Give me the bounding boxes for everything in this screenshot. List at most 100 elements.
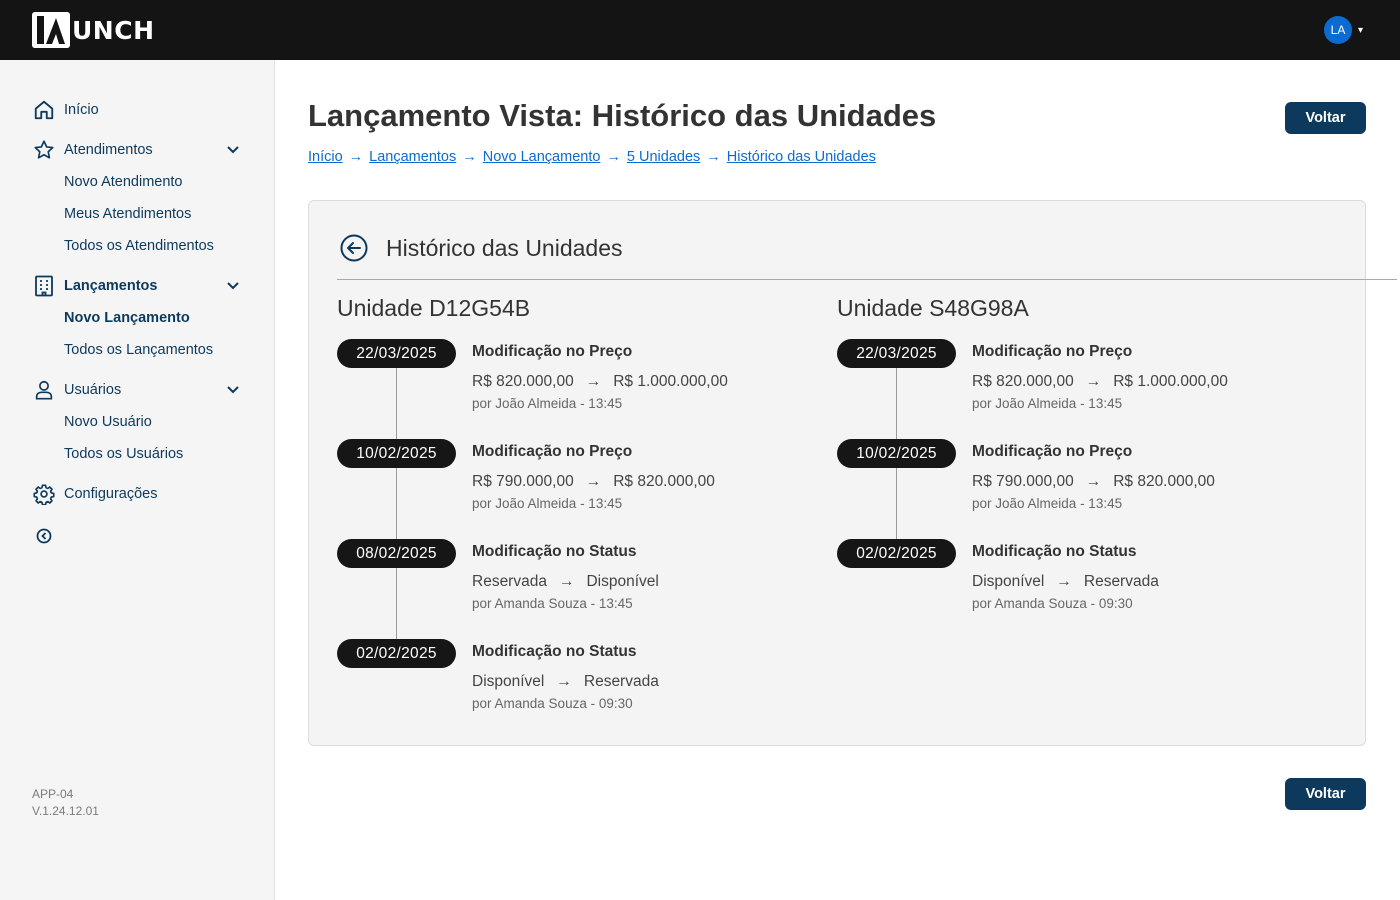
page-title-rest: Histórico das Unidades xyxy=(591,98,937,133)
sidebar-item-inicio[interactable]: Início xyxy=(32,98,99,122)
app-code: APP-04 xyxy=(32,787,74,801)
change-values: Disponível → Reservada xyxy=(472,673,659,691)
chevron-down-icon[interactable]: ▾ xyxy=(1358,25,1363,36)
breadcrumb-historico[interactable]: Histórico das Unidades xyxy=(727,149,876,165)
change-values: Reservada → Disponível xyxy=(472,573,659,591)
new-value: R$ 820.000,00 xyxy=(613,473,715,490)
breadcrumb-unidades[interactable]: 5 Unidades xyxy=(627,149,700,165)
old-value: Disponível xyxy=(472,673,545,690)
old-value: R$ 820.000,00 xyxy=(472,373,574,390)
chevron-down-icon[interactable] xyxy=(224,277,242,295)
change-author: por João Almeida - 13:45 xyxy=(472,396,623,411)
breadcrumb-separator: → xyxy=(706,149,721,165)
change-title: Modificação no Preço xyxy=(472,343,633,360)
breadcrumb-novo-lancamento[interactable]: Novo Lançamento xyxy=(483,149,601,165)
sidebar-item-label: Usuários xyxy=(64,382,122,398)
back-button-top[interactable]: Voltar xyxy=(1285,102,1366,134)
chevron-down-icon[interactable] xyxy=(224,381,242,399)
timeline-entry: 10/02/2025 Modificação no Preço R$ 790.000… xyxy=(837,439,1297,539)
logo-text: UNCH xyxy=(72,15,155,45)
change-author: por Amanda Souza - 09:30 xyxy=(972,596,1133,611)
building-icon xyxy=(32,274,56,298)
timeline: 22/03/2025 Modificação no Preço R$ 820.000… xyxy=(837,339,1297,639)
home-icon xyxy=(32,98,56,122)
timeline-entry: 02/02/2025 Modificação no Status Disponíve… xyxy=(837,539,1297,639)
collapse-sidebar-button[interactable] xyxy=(32,524,56,548)
sidebar-item-meus-atendimentos[interactable]: Meus Atendimentos xyxy=(64,204,191,224)
breadcrumb-separator: → xyxy=(462,149,477,165)
change-title: Modificação no Status xyxy=(472,543,637,560)
date-badge: 22/03/2025 xyxy=(837,339,956,368)
logo[interactable]: UNCH xyxy=(32,12,155,48)
sidebar-item-novo-usuario[interactable]: Novo Usuário xyxy=(64,412,152,432)
breadcrumb: Início → Lançamentos → Novo Lançamento → 5 Uni… xyxy=(308,149,876,165)
arrow-right-icon: → xyxy=(1085,473,1102,490)
user-menu[interactable]: LA ▾ xyxy=(1324,16,1363,44)
breadcrumb-separator: → xyxy=(348,149,364,165)
timeline: 22/03/2025 Modificação no Preço R$ 820.000… xyxy=(337,339,797,739)
unit-history-column: Unidade S48G98A 22/03/2025 Modificação no … xyxy=(837,295,1297,639)
logo-mark xyxy=(32,12,70,48)
change-values: R$ 790.000,00 → R$ 820.000,00 xyxy=(972,473,1215,491)
timeline-entry: 02/02/2025 Modificação no Status Disponíve… xyxy=(337,639,797,739)
change-title: Modificação no Preço xyxy=(972,443,1133,460)
new-value: Disponível xyxy=(586,573,659,590)
change-values: R$ 820.000,00 → R$ 1.000.000,00 xyxy=(972,373,1228,391)
change-author: por João Almeida - 13:45 xyxy=(972,496,1123,511)
change-author: por João Almeida - 13:45 xyxy=(972,396,1123,411)
panel-title: Histórico das Unidades xyxy=(386,234,623,261)
breadcrumb-separator: → xyxy=(606,149,621,165)
new-value: R$ 1.000.000,00 xyxy=(613,373,728,390)
unit-history-column: Unidade D12G54B 22/03/2025 Modificação no … xyxy=(337,295,797,739)
change-values: R$ 820.000,00 → R$ 1.000.000,00 xyxy=(472,373,728,391)
sidebar-item-label: Lançamentos xyxy=(64,278,158,294)
circle-arrow-left-icon xyxy=(36,528,52,544)
circle-arrow-left-icon[interactable] xyxy=(339,233,369,263)
change-title: Modificação no Preço xyxy=(472,443,633,460)
history-panel: Histórico das Unidades Unidade D12G54B 22… xyxy=(308,200,1397,746)
sidebar-item-lancamentos[interactable]: Lançamentos xyxy=(32,274,157,298)
change-title: Modificação no Status xyxy=(972,543,1137,560)
page-title-bold: Lançamento Vista: xyxy=(308,98,584,133)
timeline-entry: 08/02/2025 Modificação no Status Reservada… xyxy=(337,539,797,639)
breadcrumb-lancamentos[interactable]: Lançamentos xyxy=(369,149,456,165)
sidebar-item-novo-lancamento[interactable]: Novo Lançamento xyxy=(64,308,190,328)
date-badge: 08/02/2025 xyxy=(337,539,456,568)
star-icon xyxy=(32,138,56,162)
sidebar-item-todos-lancamentos[interactable]: Todos os Lançamentos xyxy=(64,340,213,360)
change-title: Modificação no Preço xyxy=(972,343,1133,360)
breadcrumb-inicio[interactable]: Início xyxy=(308,149,343,165)
arrow-right-icon: → xyxy=(585,473,602,490)
app-version: V.1.24.12.01 xyxy=(32,804,99,818)
chevron-down-icon[interactable] xyxy=(224,141,242,159)
version-info: APP-04 V.1.24.12.01 xyxy=(32,786,99,820)
sidebar-item-todos-atendimentos[interactable]: Todos os Atendimentos xyxy=(64,236,214,256)
date-badge: 22/03/2025 xyxy=(337,339,456,368)
change-values: Disponível → Reservada xyxy=(972,573,1159,591)
sidebar-item-configuracoes[interactable]: Configurações xyxy=(32,482,158,506)
back-button-bottom[interactable]: Voltar xyxy=(1285,778,1366,810)
date-badge: 10/02/2025 xyxy=(837,439,956,468)
sidebar-item-usuarios[interactable]: Usuários xyxy=(32,378,121,402)
sidebar-item-label: Atendimentos xyxy=(64,142,153,158)
arrow-right-icon: → xyxy=(585,373,602,390)
user-icon xyxy=(32,378,56,402)
date-badge: 10/02/2025 xyxy=(337,439,456,468)
unit-title: Unidade D12G54B xyxy=(337,295,531,321)
new-value: R$ 1.000.000,00 xyxy=(1113,373,1228,390)
old-value: R$ 790.000,00 xyxy=(972,473,1074,490)
timeline-entry: 22/03/2025 Modificação no Preço R$ 820.000… xyxy=(337,339,797,439)
sidebar-item-novo-atendimento[interactable]: Novo Atendimento xyxy=(64,172,183,192)
arrow-right-icon: → xyxy=(1056,573,1072,590)
old-value: Reservada xyxy=(472,573,547,590)
top-bar: UNCH LA ▾ xyxy=(0,0,1400,60)
sidebar-item-todos-usuarios[interactable]: Todos os Usuários xyxy=(64,444,183,464)
old-value: R$ 790.000,00 xyxy=(472,473,574,490)
avatar[interactable]: LA xyxy=(1324,16,1352,44)
arrow-right-icon: → xyxy=(556,673,572,690)
unit-title: Unidade S48G98A xyxy=(837,295,1029,321)
sidebar-item-label: Configurações xyxy=(64,486,158,502)
date-badge: 02/02/2025 xyxy=(337,639,456,668)
new-value: Reservada xyxy=(1083,573,1159,590)
sidebar-item-atendimentos[interactable]: Atendimentos xyxy=(32,138,153,162)
